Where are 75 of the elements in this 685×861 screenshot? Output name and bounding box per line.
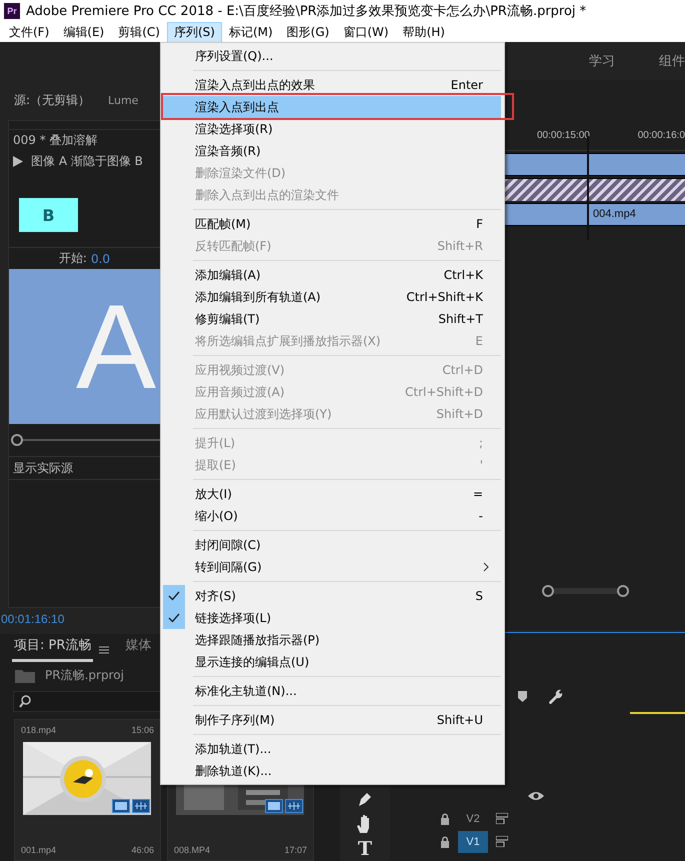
- clip-name: 009 * 叠加溶解: [13, 132, 98, 148]
- duration: 46:06: [131, 845, 154, 855]
- track-toggle-icon[interactable]: [496, 813, 508, 824]
- menu-item[interactable]: 修剪编辑(T) Shift+T: [163, 308, 501, 330]
- menu-item[interactable]: 标准化主轨道(N)...: [163, 680, 501, 702]
- menu-item[interactable]: 对齐(S) S: [163, 585, 501, 607]
- ruler-label: 00:00:15:00: [537, 130, 590, 140]
- track-target[interactable]: V1: [458, 830, 488, 852]
- menu-bar-item[interactable]: 帮助(H): [396, 22, 452, 42]
- audio-icon: [132, 799, 150, 813]
- menu-item[interactable]: 链接选择项(L): [163, 607, 501, 629]
- show-source-label[interactable]: 显示实际源: [13, 460, 73, 476]
- track-toggle-icon[interactable]: [496, 836, 508, 847]
- file-name: 001.mp4: [21, 845, 56, 855]
- film-icon: [112, 799, 130, 813]
- menu-bar-item[interactable]: 文件(F): [2, 22, 56, 42]
- project-file: PR流畅.prproj: [45, 667, 124, 684]
- audio-icon: [285, 799, 303, 813]
- panel-tab[interactable]: 源:（无剪辑）: [14, 92, 90, 108]
- film-icon: [265, 799, 283, 813]
- media-card[interactable]: 018.mp4 15:06 001.mp4 46:06: [14, 719, 161, 861]
- file-name: 018.mp4: [21, 725, 56, 735]
- duration: 15:06: [131, 725, 154, 735]
- start-label: 开始:: [58, 250, 87, 267]
- menu-bar-item[interactable]: 序列(S): [166, 22, 222, 42]
- menu-item[interactable]: 添加编辑到所有轨道(A) Ctrl+Shift+K: [163, 286, 501, 308]
- app-logo: Pr: [4, 3, 20, 19]
- track-target[interactable]: V2: [458, 808, 488, 830]
- menu-item[interactable]: 渲染选择项(R): [163, 118, 501, 140]
- menu-item[interactable]: 匹配帧(M) F: [163, 213, 501, 235]
- menu-bar-item[interactable]: 剪辑(C): [111, 22, 167, 42]
- marker-icon[interactable]: [518, 690, 527, 702]
- menu-icon[interactable]: [99, 646, 110, 654]
- menu-item[interactable]: 渲染入点到出点: [163, 96, 501, 118]
- menu-bar-item[interactable]: 图形(G): [280, 22, 336, 42]
- menu-item[interactable]: 转到间隔(G): [163, 556, 501, 578]
- window-title: Adobe Premiere Pro CC 2018 - E:\百度经验\PR添加过多效果预览变卡怎么办\PR流畅.prproj *: [26, 3, 586, 20]
- pen-icon[interactable]: [356, 790, 374, 808]
- play-icon[interactable]: [13, 156, 23, 166]
- menu-item[interactable]: 选择跟随播放指示器(P): [163, 629, 501, 651]
- checkmark-icon: [168, 613, 180, 623]
- search-icon: [19, 695, 31, 708]
- menu-item[interactable]: 添加编辑(A) Ctrl+K: [163, 264, 501, 286]
- menu-item[interactable]: 放大(I) =: [163, 483, 501, 505]
- wrench-icon[interactable]: [547, 688, 563, 704]
- workspace-tab[interactable]: 学习: [589, 52, 615, 70]
- panel-tab[interactable]: Lume: [108, 94, 138, 106]
- file-name: 008.MP4: [174, 845, 210, 855]
- lock-icon[interactable]: [440, 836, 450, 848]
- menu-item[interactable]: 封闭间隙(C): [163, 534, 501, 556]
- menu-item[interactable]: 渲染入点到出点的效果 Enter: [163, 74, 501, 96]
- slider-thumb[interactable]: [11, 434, 23, 446]
- menu-item[interactable]: 序列设置(Q)...: [163, 45, 501, 67]
- folder-icon: [15, 668, 35, 683]
- ruler-label: 00:00:16:0: [638, 130, 685, 140]
- menu-item[interactable]: 显示连接的编辑点(U): [163, 651, 501, 673]
- menu-bar-item[interactable]: 标记(M): [222, 22, 280, 42]
- transition-description: 图像 A 渐隐于图像 B: [31, 152, 143, 170]
- panel-tab[interactable]: 项目: PR流畅: [12, 636, 94, 662]
- panel-tab[interactable]: 媒体: [123, 636, 154, 662]
- checkmark-icon: [168, 591, 180, 601]
- workspace-tab[interactable]: 组件: [659, 52, 685, 70]
- start-value[interactable]: 0.0: [90, 252, 110, 266]
- video-clip[interactable]: 004.mp4: [588, 203, 685, 226]
- menu-item[interactable]: 渲染音频(R): [163, 140, 501, 162]
- menu-bar-item[interactable]: 窗口(W): [336, 22, 396, 42]
- menu-item[interactable]: 缩小(O) -: [163, 505, 501, 527]
- timecode[interactable]: 00:01:16:10: [1, 612, 64, 626]
- type-tool[interactable]: T: [358, 840, 372, 859]
- thumbnail-b: B: [19, 198, 78, 232]
- menu-bar-item[interactable]: 编辑(E): [56, 22, 112, 42]
- duration: 17:07: [284, 845, 307, 855]
- eye-icon[interactable]: [528, 790, 544, 800]
- preview-a: A: [9, 269, 160, 424]
- lock-icon[interactable]: [440, 812, 450, 824]
